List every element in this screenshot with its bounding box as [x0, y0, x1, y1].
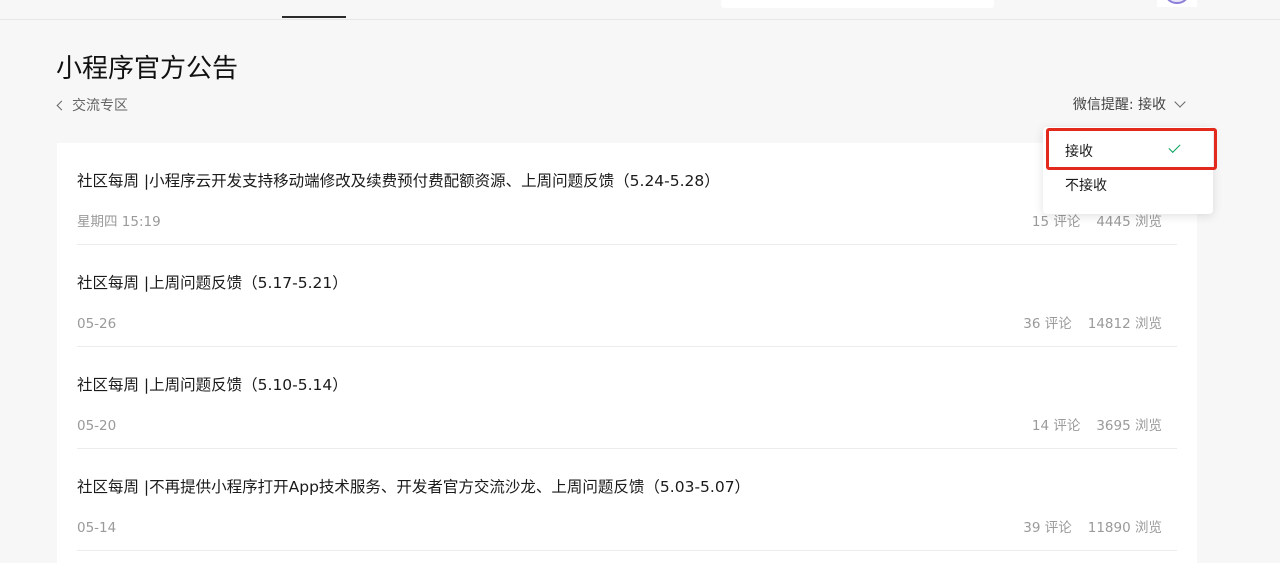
check-icon	[1168, 140, 1181, 154]
wechat-notify-toggle[interactable]: 微信提醒: 接收	[1072, 93, 1186, 115]
list-item[interactable]: 社区每周 |小程序云开发支持移动端修改及续费预付费配额资源、上周问题反馈（5.2…	[77, 143, 1177, 245]
option-label: 不接收	[1065, 178, 1107, 194]
comment-count: 39 评论	[1023, 520, 1072, 536]
post-date: 05-26	[77, 316, 117, 332]
chevron-down-icon	[1174, 95, 1186, 108]
view-count: 3695 浏览	[1096, 418, 1162, 434]
view-count: 11890 浏览	[1087, 520, 1162, 536]
comment-count: 15 评论	[1031, 214, 1081, 230]
post-stats: 39 评论 11890 浏览	[1023, 518, 1162, 538]
top-nav-bar	[0, 0, 1280, 20]
breadcrumb-back-link[interactable]: 交流专区	[55, 95, 128, 115]
wechat-notify-label: 微信提醒: 接收	[1072, 97, 1166, 113]
avatar-icon	[1166, 0, 1188, 4]
option-label: 接收	[1065, 144, 1093, 160]
post-date: 05-14	[77, 520, 117, 536]
comment-count: 36 评论	[1023, 316, 1072, 332]
view-count: 4445 浏览	[1096, 214, 1162, 230]
list-item[interactable]: 社区每周 |不再提供小程序打开App技术服务、开发者官方交流沙龙、上周问题反馈（…	[77, 449, 1177, 551]
list-item[interactable]: 社区每周 |上周问题反馈（5.17-5.21） 05-26 36 评论 14812…	[77, 245, 1177, 347]
list-item[interactable]: 社区每周 |上周问题反馈（5.10-5.14） 05-20 14 评论 3695 …	[77, 347, 1177, 449]
chevron-left-icon	[56, 100, 67, 110]
search-input[interactable]	[721, 0, 994, 8]
post-list: 社区每周 |小程序云开发支持移动端修改及续费预付费配额资源、上周问题反馈（5.2…	[57, 143, 1197, 563]
notify-dropdown-menu: 接收 不接收	[1043, 127, 1213, 214]
page-title: 小程序官方公告	[56, 54, 239, 84]
post-date: 星期四 15:19	[77, 214, 161, 230]
comment-count: 14 评论	[1031, 418, 1081, 434]
avatar[interactable]	[1157, 0, 1197, 7]
post-title[interactable]: 社区每周 |上周问题反馈（5.10-5.14）	[77, 373, 348, 397]
post-title[interactable]: 社区每周 |上周问题反馈（5.17-5.21）	[77, 271, 348, 295]
post-title[interactable]: 社区每周 |不再提供小程序打开App技术服务、开发者官方交流沙龙、上周问题反馈（…	[77, 475, 750, 499]
post-date: 05-20	[77, 418, 117, 434]
active-tab-indicator	[282, 16, 346, 18]
post-stats: 15 评论 4445 浏览	[1032, 212, 1162, 232]
view-count: 14812 浏览	[1087, 316, 1162, 332]
post-stats: 36 评论 14812 浏览	[1023, 314, 1162, 334]
dropdown-option-not-receive[interactable]: 不接收	[1043, 169, 1213, 203]
post-stats: 14 评论 3695 浏览	[1032, 416, 1162, 436]
dropdown-option-receive[interactable]: 接收	[1043, 135, 1213, 169]
breadcrumb-label: 交流专区	[72, 98, 128, 114]
post-title[interactable]: 社区每周 |小程序云开发支持移动端修改及续费预付费配额资源、上周问题反馈（5.2…	[77, 169, 720, 193]
